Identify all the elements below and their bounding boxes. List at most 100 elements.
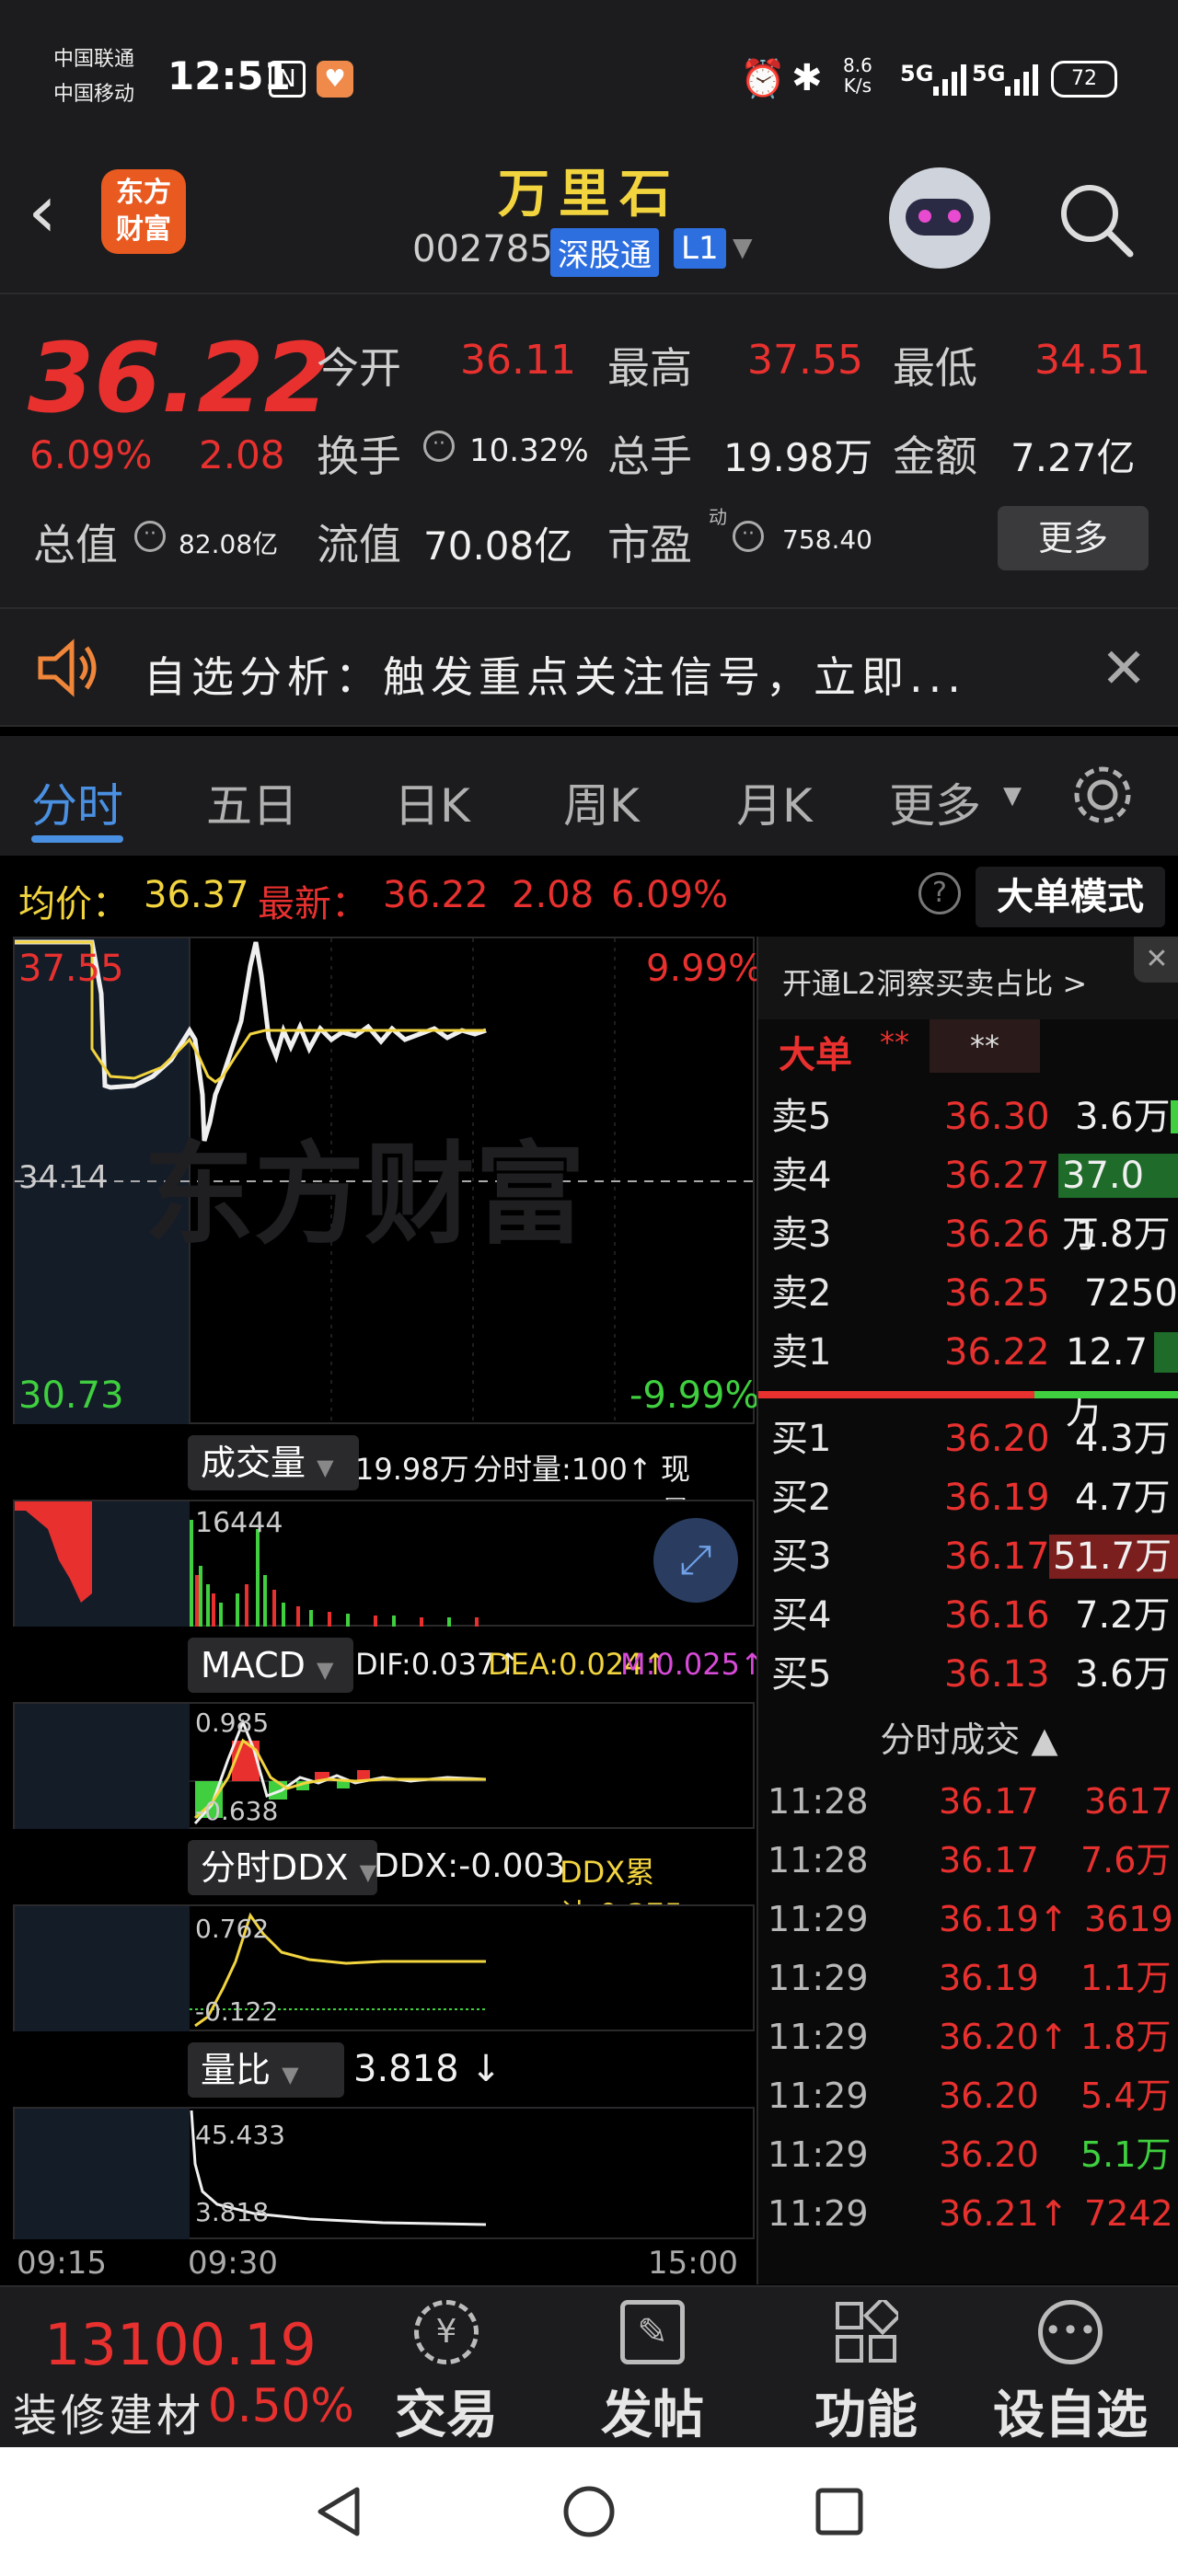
bid-label: 买3: [771, 1535, 832, 1578]
tab-week-k[interactable]: 周K: [563, 769, 640, 835]
bid-label: 买5: [771, 1653, 832, 1696]
ask-label: 卖3: [771, 1213, 832, 1256]
macd-chart[interactable]: 0.985 -0.638: [13, 1702, 755, 1831]
close-banner-icon[interactable]: ✕: [1101, 637, 1147, 701]
ddx-indicator-button[interactable]: 分时DDX ▼: [188, 1840, 377, 1895]
bid-volume: 51.7万: [1053, 1535, 1172, 1578]
tab-intraday[interactable]: 分时: [31, 769, 123, 835]
tick-row: 11:28 36.17 3617: [758, 1772, 1178, 1831]
nav-recents-icon[interactable]: [814, 2486, 865, 2541]
volume-label: 总手: [607, 431, 692, 481]
tab-day-k[interactable]: 日K: [394, 769, 470, 835]
search-icon[interactable]: [1057, 180, 1136, 263]
bid-row-3[interactable]: 买3 36.17 51.7万: [758, 1527, 1178, 1586]
stock-code: 002785: [412, 228, 553, 270]
ask-volume: 1.8万: [1075, 1213, 1171, 1256]
turnover-label: 换手: [317, 431, 401, 481]
latest-pct: 6.09%: [611, 874, 729, 916]
intraday-chart[interactable]: 东方财富 37.55 34.14 30.73 9.99% -9.99%: [13, 937, 763, 1426]
system-nav-bar: [0, 2447, 1178, 2576]
avg-value: 36.37: [144, 874, 249, 916]
more-dropdown-icon[interactable]: ▼: [1003, 782, 1022, 810]
volume-chart[interactable]: 16444 ⤢: [13, 1500, 755, 1628]
bid-volume: 7.2万: [1075, 1594, 1171, 1637]
tick-volume: 1.8万: [1080, 2017, 1172, 2057]
function-button[interactable]: 功能: [797, 2295, 935, 2448]
tick-volume: 1.1万: [1080, 1958, 1172, 1998]
net-speed-value: 8.6: [843, 54, 872, 76]
tick-price: 36.20↑: [939, 2017, 1068, 2057]
bid-row-1[interactable]: 买1 36.20 4.3万: [758, 1409, 1178, 1468]
bid-row-5[interactable]: 买5 36.13 3.6万: [758, 1645, 1178, 1704]
time-axis-start: 09:15: [17, 2245, 107, 2282]
sector-name[interactable]: 装修建材: [13, 2379, 204, 2444]
signal-banner[interactable]: 自选分析：触发重点关注信号，立即... ✕: [0, 607, 1178, 727]
tick-volume: 3619: [1084, 1899, 1173, 1939]
float-value: 70.08亿: [423, 523, 573, 569]
ratio-indicator-button[interactable]: 量比 ▼: [188, 2042, 344, 2098]
ask-price: 36.26: [944, 1213, 1050, 1256]
tab-month-k[interactable]: 月K: [736, 769, 813, 835]
nav-home-icon[interactable]: [561, 2484, 617, 2543]
l2-promo[interactable]: 开通L2洞察买卖占比 > ✕: [758, 937, 1178, 1019]
tick-price: 36.17: [939, 1781, 1039, 1822]
bottom-action-bar: 13100.19 装修建材 0.50% ¥ 交易 ✎ 发帖 功能 ••• 设自选: [0, 2285, 1178, 2447]
tab-five-day[interactable]: 五日: [206, 769, 298, 835]
add-watchlist-button[interactable]: ••• 设自选: [974, 2300, 1167, 2448]
ask-volume-bar: [1171, 1100, 1178, 1133]
settings-gear-icon[interactable]: [1068, 760, 1138, 834]
nav-back-icon[interactable]: [313, 2484, 364, 2543]
tick-row: 11:29 36.20 5.1万: [758, 2125, 1178, 2184]
mktcap-eye-icon[interactable]: ··: [134, 521, 166, 552]
fullscreen-expand-icon[interactable]: ⤢: [653, 1518, 738, 1603]
ratio-chart[interactable]: 45.433 3.818: [13, 2107, 755, 2241]
ask-row-1[interactable]: 卖1 36.22 12.7万: [758, 1323, 1178, 1432]
nfc-icon: N: [269, 61, 306, 98]
level-tag[interactable]: L1: [674, 228, 726, 269]
pe-eye-icon[interactable]: ··: [733, 521, 764, 552]
ask-label: 卖4: [771, 1155, 832, 1197]
tick-list-title[interactable]: 分时成交 ▲: [758, 1711, 1178, 1762]
close-promo-icon[interactable]: ✕: [1134, 937, 1178, 983]
signal-2-icon: [1003, 61, 1040, 101]
more-quote-button[interactable]: 更多: [998, 506, 1149, 570]
order-book-panel: 开通L2洞察买卖占比 > ✕ 大单 ** ** 卖5 36.30 3.6万 卖4…: [756, 937, 1178, 2284]
tick-row: 11:29 36.19 1.1万: [758, 1949, 1178, 2007]
bid-row-4[interactable]: 买4 36.16 7.2万: [758, 1586, 1178, 1645]
ask-row-4[interactable]: 卖4 36.27 37.0万: [758, 1146, 1178, 1256]
bid-row-2[interactable]: 买2 36.19 4.7万: [758, 1468, 1178, 1527]
mktcap-label: 总值: [33, 520, 118, 569]
ask-row-3[interactable]: 卖3 36.26 1.8万: [758, 1205, 1178, 1264]
volume-total: 19.98万: [355, 1452, 469, 1487]
trade-button[interactable]: ¥ 交易: [377, 2300, 515, 2448]
active-tab-indicator: [31, 835, 123, 843]
bid-price: 36.19: [944, 1477, 1050, 1519]
ratio-button-label: 量比: [201, 2050, 271, 2090]
ddx-chart[interactable]: 0.762 -0.122: [13, 1904, 755, 2033]
ask-row-2[interactable]: 卖2 36.25 7250: [758, 1264, 1178, 1323]
tick-row: 11:28 36.17 7.6万: [758, 1831, 1178, 1890]
ddx-value: DDX:-0.003: [374, 1847, 566, 1885]
market-tag[interactable]: 深股通: [550, 228, 659, 277]
tick-time: 11:29: [768, 2017, 869, 2057]
ask-label: 卖2: [771, 1272, 832, 1315]
robot-assistant-icon[interactable]: [889, 167, 990, 269]
price-axis-mid: 34.14: [18, 1159, 109, 1196]
big-order-mode-button[interactable]: 大单模式: [976, 867, 1165, 927]
post-button[interactable]: ✎ 发帖: [583, 2300, 722, 2448]
amount-label: 金额: [893, 431, 977, 481]
level-dropdown-icon[interactable]: ▼: [733, 232, 753, 262]
help-icon[interactable]: ?: [918, 872, 961, 914]
latest-label: 最新：: [258, 883, 368, 926]
chart-tabs: 分时 五日 日K 周K 月K 更多 ▼: [0, 736, 1178, 856]
ask-price: 36.22: [944, 1331, 1050, 1374]
sector-index-value[interactable]: 13100.19: [44, 2311, 317, 2378]
macd-indicator-button[interactable]: MACD ▼: [188, 1638, 353, 1693]
bid-ask-ratio-bar: [758, 1391, 1178, 1398]
tab-more[interactable]: 更多: [889, 769, 981, 835]
macd-m: M:0.025↑: [620, 1647, 765, 1682]
ask-row-5[interactable]: 卖5 36.30 3.6万: [758, 1087, 1178, 1146]
volume-indicator-button[interactable]: 成交量 ▼: [188, 1435, 359, 1490]
turnover-eye-icon[interactable]: ··: [423, 431, 455, 462]
ddx-top-label: 0.762: [195, 1914, 270, 1944]
